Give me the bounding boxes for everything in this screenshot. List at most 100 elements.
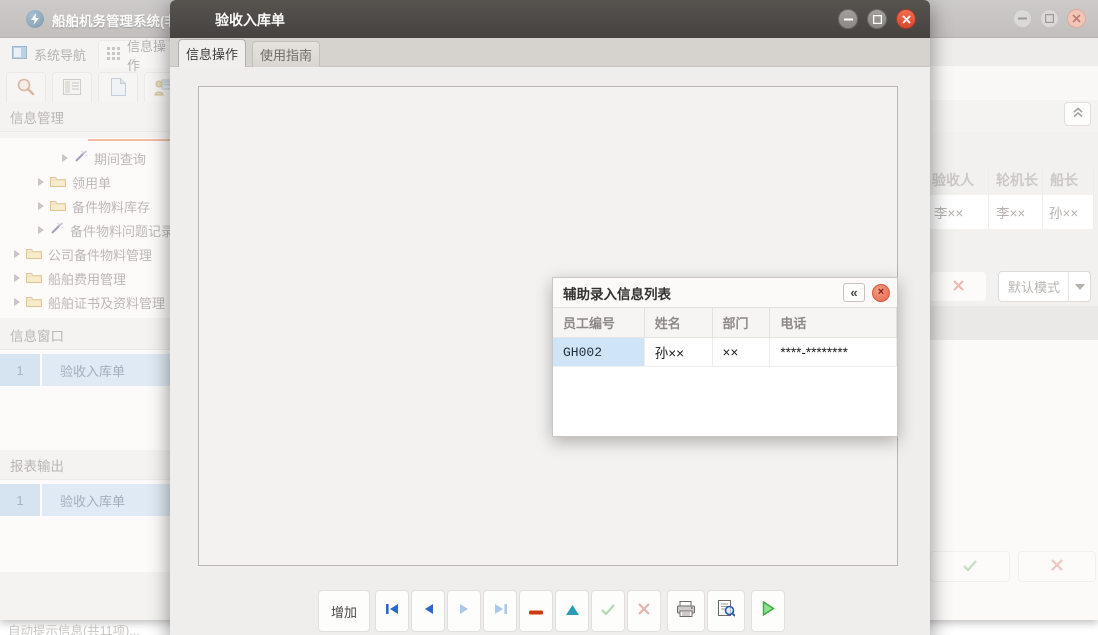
collapse-panel-button[interactable]	[1064, 102, 1091, 126]
execute-button[interactable]	[751, 590, 785, 632]
form-button[interactable]	[52, 72, 92, 106]
next-record-button[interactable]	[447, 590, 481, 632]
x-disabled-icon	[638, 602, 650, 620]
dialog-titlebar[interactable]: 验收入库单	[170, 0, 930, 38]
form-icon	[63, 79, 81, 100]
cancel-record-button[interactable]	[627, 590, 661, 632]
list-item-label[interactable]: 验收入库单	[42, 484, 170, 516]
tree-item-company-spare-mgmt[interactable]: 公司备件物料管理	[14, 242, 152, 266]
print-button[interactable]	[667, 590, 705, 632]
cell-employee-id[interactable]: GH002	[553, 338, 645, 366]
status-message: 自动提示信息(共11项)...	[8, 620, 140, 635]
cell-phone[interactable]: ****-********	[770, 338, 897, 366]
dropdown-arrow-button[interactable]	[1068, 272, 1090, 301]
helper-panel-entry-list: 辅助录入信息列表 « × 员工编号 姓名 部门 电话 GH002 孙×× ×× …	[552, 277, 898, 437]
dialog-maximize-icon[interactable]	[867, 9, 887, 29]
section-info-management-label: 信息管理	[10, 107, 64, 127]
expand-arrow-icon[interactable]	[38, 202, 44, 210]
tree-item-ship-expense-mgmt[interactable]: 船舶费用管理	[14, 266, 126, 290]
play-icon	[762, 601, 775, 621]
section-report-output-label: 报表输出	[10, 455, 64, 475]
main-window-controls	[1013, 9, 1086, 28]
mode-dropdown[interactable]: 默认模式	[998, 271, 1091, 302]
expand-arrow-icon[interactable]	[14, 298, 20, 306]
list-item[interactable]: 1 验收入库单	[0, 484, 170, 516]
tab-system-nav-label: 系统导航	[34, 45, 86, 64]
list-item[interactable]: 1 验收入库单	[0, 354, 170, 386]
expand-arrow-icon[interactable]	[38, 178, 44, 186]
helper-panel-header[interactable]: 辅助录入信息列表 « ×	[553, 278, 897, 308]
dialog-window-controls	[838, 9, 916, 29]
tree-item-label[interactable]: 公司备件物料管理	[48, 245, 152, 264]
tree-item-period-query[interactable]: 期间查询	[62, 146, 146, 170]
col-department[interactable]: 部门	[713, 308, 771, 337]
dialog-toolbar: 增加	[318, 590, 785, 632]
expand-arrow-icon[interactable]	[38, 226, 44, 234]
tree-item-label[interactable]: 船舶证书及资料管理	[48, 293, 165, 312]
clear-button[interactable]	[930, 271, 987, 302]
delete-icon	[529, 602, 543, 620]
screen: 船舶机务管理系统(非注... 系统导航	[0, 0, 1098, 635]
expand-arrow-icon[interactable]	[14, 274, 20, 282]
tab-info-operation[interactable]: 信息操作	[98, 40, 178, 68]
cell-inspector[interactable]: 李××	[930, 195, 988, 229]
document-button[interactable]	[98, 72, 138, 106]
minimize-icon[interactable]	[1013, 9, 1032, 28]
list-item-label[interactable]: 验收入库单	[42, 354, 170, 386]
folder-icon	[26, 295, 42, 310]
tree-item-spare-parts-stock[interactable]: 备件物料库存	[38, 194, 150, 218]
last-record-button[interactable]	[483, 590, 517, 632]
expand-arrow-icon[interactable]	[14, 250, 20, 258]
col-phone[interactable]: 电话	[770, 308, 897, 337]
edit-record-button[interactable]	[555, 590, 589, 632]
tree-item-label[interactable]: 备件物料库存	[72, 197, 150, 216]
x-icon	[1051, 558, 1063, 576]
tree-item-label[interactable]: 船舶费用管理	[48, 269, 126, 288]
dialog-tab-info-operation[interactable]: 信息操作	[178, 39, 246, 67]
helper-close-button[interactable]: ×	[872, 284, 890, 302]
tree-item-spare-parts-issues[interactable]: 备件物料问题记录	[38, 218, 174, 242]
collapse-left-button[interactable]: «	[843, 283, 865, 302]
section-info-window: 信息窗口	[0, 320, 170, 350]
confirm-button[interactable]	[930, 551, 1010, 582]
tab-system-nav[interactable]: 系统导航	[4, 40, 94, 68]
dialog-close-icon[interactable]	[896, 9, 916, 29]
col-employee-id[interactable]: 员工编号	[553, 308, 645, 337]
cell-chief-engineer[interactable]: 李××	[989, 195, 1042, 229]
tree-item-label[interactable]: 备件物料问题记录	[70, 221, 174, 240]
table-row[interactable]: GH002 孙×× ×× ****-********	[553, 338, 897, 367]
next-record-icon	[459, 602, 470, 620]
dialog-tab-user-guide[interactable]: 使用指南	[252, 41, 320, 67]
cancel-button[interactable]	[1018, 551, 1096, 582]
dialog-minimize-icon[interactable]	[838, 9, 858, 29]
cell-department[interactable]: ××	[713, 338, 771, 366]
previous-record-icon	[423, 602, 434, 620]
delete-record-button[interactable]	[519, 590, 553, 632]
print-preview-button[interactable]	[707, 590, 745, 632]
tree-item-label[interactable]: 期间查询	[94, 149, 146, 168]
window-icon	[12, 46, 27, 62]
dialog-title: 验收入库单	[215, 10, 285, 30]
previous-record-button[interactable]	[411, 590, 445, 632]
search-button[interactable]	[6, 72, 46, 106]
content-strip	[930, 306, 1098, 340]
selected-item-underline	[88, 139, 170, 141]
list-item-number: 1	[0, 484, 40, 516]
tree-item-ship-certificates[interactable]: 船舶证书及资料管理	[14, 290, 165, 314]
folder-icon	[26, 271, 42, 286]
tree-item-label[interactable]: 领用单	[72, 173, 111, 192]
post-record-button[interactable]	[591, 590, 625, 632]
add-button[interactable]: 增加	[318, 590, 370, 632]
cell-captain[interactable]: 孙××	[1043, 195, 1093, 229]
expand-arrow-icon[interactable]	[62, 154, 68, 162]
cell-name[interactable]: 孙××	[645, 338, 713, 366]
col-name[interactable]: 姓名	[645, 308, 713, 337]
content-strip	[930, 66, 1098, 100]
print-preview-icon	[718, 600, 735, 622]
list-item-number: 1	[0, 354, 40, 386]
wand-icon	[74, 150, 88, 166]
tree-item-requisition[interactable]: 领用单	[38, 170, 111, 194]
first-record-button[interactable]	[375, 590, 409, 632]
close-icon[interactable]	[1067, 9, 1086, 28]
maximize-icon[interactable]	[1040, 9, 1059, 28]
